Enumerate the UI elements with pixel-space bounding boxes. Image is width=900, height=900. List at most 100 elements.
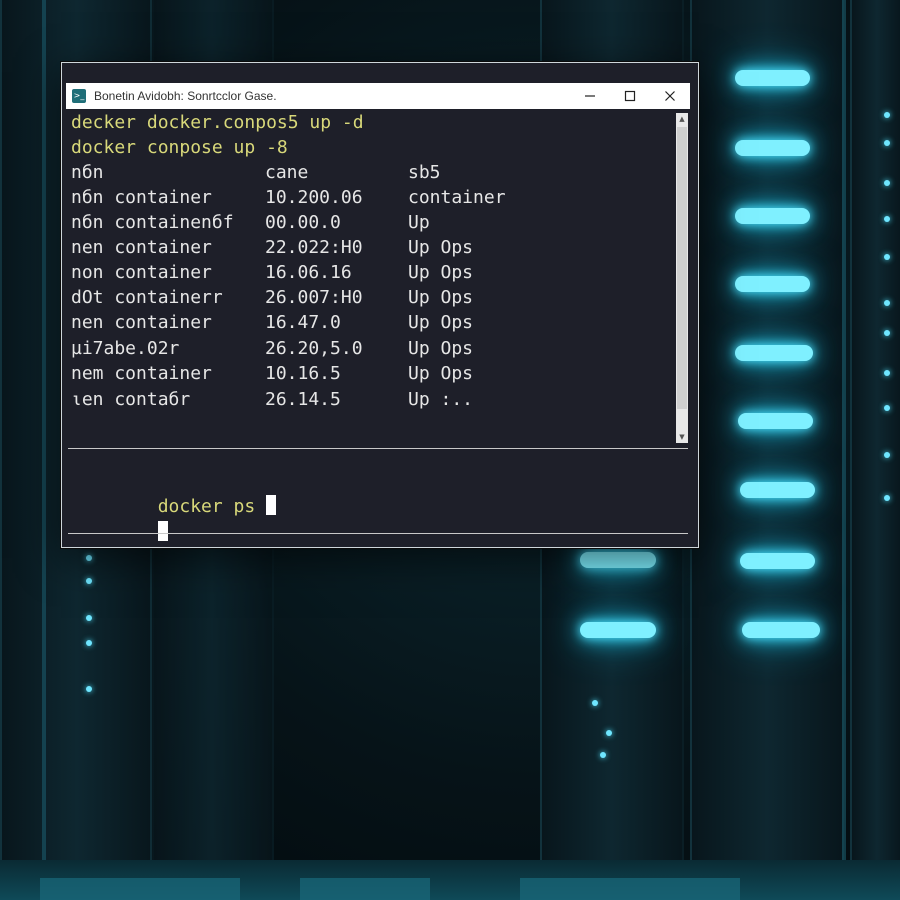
container-status: Up :.. bbox=[408, 389, 474, 410]
prompt-command: docker ps bbox=[157, 496, 256, 517]
server-light bbox=[735, 140, 810, 156]
status-led bbox=[884, 495, 890, 501]
container-address: 10.16.5 bbox=[265, 363, 341, 384]
container-name: nem container bbox=[71, 363, 212, 384]
table-header: cane bbox=[265, 162, 309, 183]
container-status: container bbox=[408, 187, 506, 208]
container-status: Up Ops bbox=[408, 363, 474, 384]
table-header: nбn bbox=[71, 162, 104, 183]
status-led bbox=[86, 640, 92, 646]
terminal-output-area[interactable]: decker docker.conpos5 up -d docker conpo… bbox=[66, 109, 690, 543]
container-name: nen container bbox=[71, 237, 212, 258]
container-address: 26.20,5.0 bbox=[265, 338, 363, 359]
container-address: 26.14.5 bbox=[265, 389, 341, 410]
container-address: 26.007:H0 bbox=[265, 287, 363, 308]
scrollbar-thumb[interactable] bbox=[677, 127, 687, 409]
container-status: Up Ops bbox=[408, 338, 474, 359]
minimize-button[interactable] bbox=[570, 83, 610, 109]
status-led bbox=[884, 452, 890, 458]
server-light bbox=[735, 208, 810, 224]
container-name: nбn containenбf bbox=[71, 212, 234, 233]
window-controls bbox=[570, 83, 690, 109]
status-led bbox=[884, 140, 890, 146]
minimize-icon bbox=[585, 95, 595, 97]
status-led bbox=[884, 300, 890, 306]
server-rack-right bbox=[690, 0, 844, 900]
close-button[interactable] bbox=[650, 83, 690, 109]
container-status: Up Ops bbox=[408, 237, 474, 258]
server-rack bbox=[850, 0, 900, 900]
status-led bbox=[884, 330, 890, 336]
container-name: dOt containerr bbox=[71, 287, 223, 308]
close-icon bbox=[665, 91, 675, 101]
server-light bbox=[742, 622, 820, 638]
status-led bbox=[86, 686, 92, 692]
container-name: ιen contaбr bbox=[71, 389, 191, 410]
server-light bbox=[738, 413, 813, 429]
status-led bbox=[884, 112, 890, 118]
terminal-app-icon: >_ bbox=[72, 89, 86, 103]
floor-panel bbox=[40, 878, 240, 900]
server-light bbox=[735, 276, 810, 292]
scroll-up-arrow-icon[interactable]: ▲ bbox=[676, 113, 688, 125]
server-light bbox=[740, 482, 815, 498]
table-header-row: nбn cane sb5 bbox=[71, 160, 441, 185]
table-row: ιen contaбr 26.14.5 Up :.. bbox=[71, 387, 473, 412]
table-row: non container 16.06.16 Up Ops bbox=[71, 260, 473, 285]
terminal-scrollback: decker docker.conpos5 up -d docker conpo… bbox=[66, 109, 676, 445]
status-led bbox=[592, 700, 598, 706]
status-led bbox=[884, 254, 890, 260]
container-address: 00.00.0 bbox=[265, 212, 341, 233]
server-light bbox=[735, 70, 810, 86]
table-row: dOt containerr 26.007:H0 Up Ops bbox=[71, 285, 473, 310]
container-status: Up Ops bbox=[408, 287, 474, 308]
table-row: µi7abe.02r 26.20,5.0 Up Ops bbox=[71, 336, 473, 361]
server-light bbox=[740, 553, 815, 569]
prompt-line[interactable] bbox=[71, 495, 168, 541]
container-status: Up Ops bbox=[408, 262, 474, 283]
server-light bbox=[735, 345, 813, 361]
table-row: nen container 16.47.0 Up Ops bbox=[71, 310, 473, 335]
container-address: 16.47.0 bbox=[265, 312, 341, 333]
status-led bbox=[86, 578, 92, 584]
floor-panel bbox=[300, 878, 430, 900]
prompt-line[interactable]: docker ps bbox=[71, 469, 277, 517]
history-command: decker docker.conpos5 up -d bbox=[71, 112, 364, 133]
status-led bbox=[884, 370, 890, 376]
window-title: Bonetin Avidobh: Sonrtcclor Gase. bbox=[94, 89, 277, 103]
vertical-scrollbar[interactable]: ▲ ▼ bbox=[676, 113, 688, 443]
status-led bbox=[606, 730, 612, 736]
container-address: 16.06.16 bbox=[265, 262, 352, 283]
table-row: nen container 22.022:H0 Up Ops bbox=[71, 235, 473, 260]
status-led bbox=[884, 216, 890, 222]
rack-edge bbox=[42, 0, 46, 900]
status-led bbox=[600, 752, 606, 758]
container-name: µi7abe.02r bbox=[71, 338, 180, 359]
server-light bbox=[580, 622, 656, 638]
terminal-window: >_ Bonetin Avidobh: Sonrtcclor Gase. dec… bbox=[61, 62, 699, 548]
pane-divider bbox=[68, 533, 688, 534]
scroll-down-arrow-icon[interactable]: ▼ bbox=[676, 431, 688, 443]
container-name: non container bbox=[71, 262, 212, 283]
window-titlebar[interactable]: >_ Bonetin Avidobh: Sonrtcclor Gase. bbox=[66, 83, 690, 109]
container-name: nбn container bbox=[71, 187, 212, 208]
rack-edge bbox=[842, 0, 846, 900]
container-status: Up Ops bbox=[408, 312, 474, 333]
container-name: nen container bbox=[71, 312, 212, 333]
table-row: nбn container 10.200.06 container bbox=[71, 185, 506, 210]
container-address: 22.022:H0 bbox=[265, 237, 363, 258]
command-prompt-area[interactable]: docker ps bbox=[66, 461, 686, 541]
status-led bbox=[884, 405, 890, 411]
container-address: 10.200.06 bbox=[265, 187, 363, 208]
floor-panel bbox=[520, 878, 740, 900]
table-row: nбn containenбf 00.00.0 Up bbox=[71, 210, 430, 235]
maximize-button[interactable] bbox=[610, 83, 650, 109]
history-command: docker conpose up -8 bbox=[71, 137, 288, 158]
container-status: Up bbox=[408, 212, 430, 233]
maximize-icon bbox=[624, 90, 636, 102]
status-led bbox=[86, 615, 92, 621]
status-led bbox=[884, 180, 890, 186]
text-cursor bbox=[266, 495, 277, 515]
server-light bbox=[580, 552, 656, 568]
text-cursor bbox=[157, 521, 168, 541]
